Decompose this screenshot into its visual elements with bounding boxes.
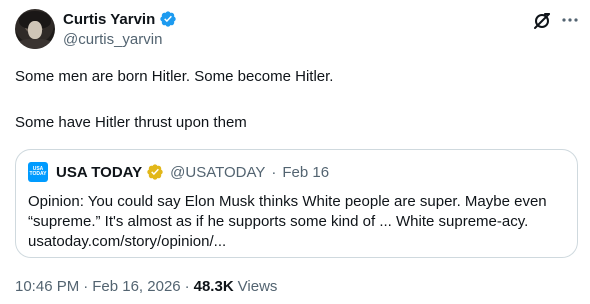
tweet-text: Some men are born Hitler. Some become Hi… [15, 67, 575, 133]
quoted-tweet-body: Opinion: You could say Elon Musk thinks … [28, 192, 568, 252]
avatar-shoulders [17, 39, 53, 49]
meta-separator: · [184, 278, 190, 295]
grok-icon[interactable] [532, 11, 552, 31]
quoted-date: Feb 16 [282, 163, 330, 181]
gold-verified-badge-icon [146, 163, 164, 181]
avatar-face [28, 21, 42, 39]
quoted-separator: · [271, 163, 277, 181]
usa-today-logo-icon: USA TODAY [28, 162, 48, 182]
author-display-name[interactable]: Curtis Yarvin [63, 11, 155, 28]
views-label: Views [237, 278, 278, 295]
quoted-tweet-card[interactable]: USA TODAY USA TODAY @USATODAY · Feb 16 O… [15, 149, 578, 258]
quoted-display-name: USA TODAY [56, 163, 143, 181]
author-avatar[interactable] [15, 9, 55, 49]
quoted-tweet-header: USA TODAY USA TODAY @USATODAY · Feb 16 [28, 162, 329, 182]
more-options-icon[interactable] [560, 10, 580, 30]
verified-badge-icon[interactable] [159, 10, 177, 28]
tweet-date[interactable]: Feb 16, 2026 [92, 278, 180, 295]
quoted-body-link: usatoday.com/story/opinion/... [28, 233, 227, 250]
author-handle[interactable]: @curtis_yarvin [63, 31, 162, 48]
quoted-handle: @USATODAY [170, 163, 266, 181]
quoted-body-line: “supreme.” It's almost as if he supports… [28, 213, 529, 230]
meta-separator: · [83, 278, 89, 295]
tweet-time[interactable]: 10:46 PM [15, 278, 79, 295]
tweet-line: Some men are born Hitler. Some become Hi… [15, 68, 334, 85]
tweet-line: Some have Hitler thrust upon them [15, 114, 247, 131]
quoted-body-line: Opinion: You could say Elon Musk thinks … [28, 193, 547, 210]
tweet-meta-row: 10:46 PM · Feb 16, 2026 · 48.3K Views [15, 278, 277, 295]
author-name-row: Curtis Yarvin [63, 10, 177, 28]
views-count: 48.3K [193, 278, 234, 295]
